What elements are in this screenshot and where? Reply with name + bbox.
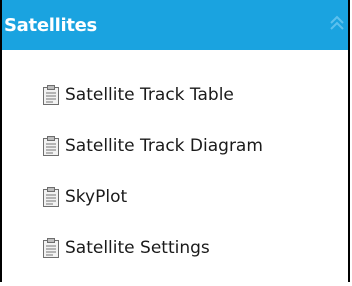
menu-item-skyplot[interactable]: SkyPlot bbox=[42, 184, 263, 210]
document-icon bbox=[42, 84, 60, 106]
satellites-panel: Satellites Satellite Track Table Satelli… bbox=[0, 0, 350, 282]
document-icon bbox=[42, 186, 60, 208]
menu-item-label: Satellite Track Diagram bbox=[65, 136, 263, 156]
menu-item-label: Satellite Settings bbox=[65, 238, 210, 258]
document-icon bbox=[42, 237, 60, 259]
menu-item-satellite-track-table[interactable]: Satellite Track Table bbox=[42, 82, 263, 108]
menu-item-label: SkyPlot bbox=[65, 187, 128, 207]
menu-item-satellite-settings[interactable]: Satellite Settings bbox=[42, 235, 263, 261]
double-chevron-up-icon[interactable] bbox=[328, 12, 346, 34]
panel-title: Satellites bbox=[4, 14, 97, 36]
satellites-menu: Satellite Track Table Satellite Track Di… bbox=[42, 82, 263, 286]
document-icon bbox=[42, 135, 60, 157]
menu-item-label: Satellite Track Table bbox=[65, 85, 234, 105]
panel-header[interactable]: Satellites bbox=[2, 0, 348, 50]
menu-item-satellite-track-diagram[interactable]: Satellite Track Diagram bbox=[42, 133, 263, 159]
